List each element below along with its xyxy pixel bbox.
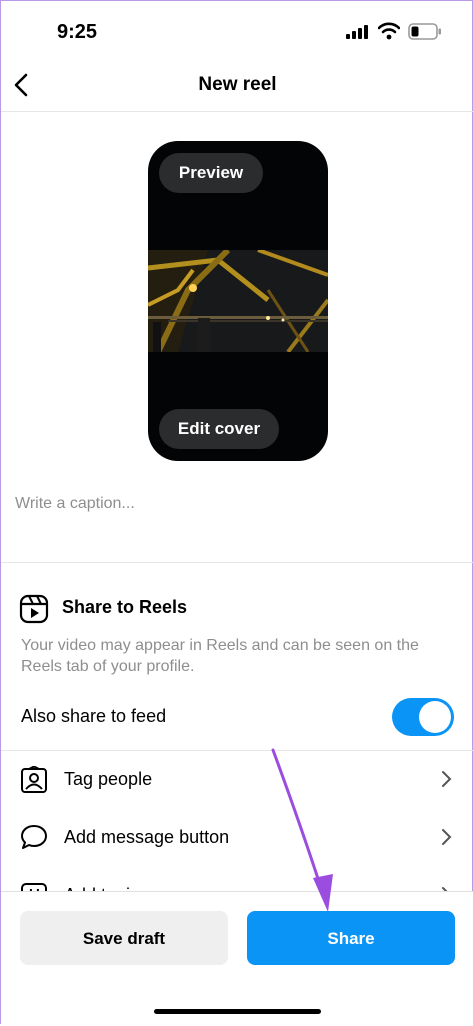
share-button[interactable]: Share: [247, 911, 455, 965]
add-message-button-row[interactable]: Add message button: [1, 811, 473, 863]
cellular-signal-icon: [346, 25, 368, 39]
annotation-arrow-icon: [271, 748, 333, 912]
preview-button[interactable]: Preview: [159, 153, 263, 193]
header-divider: [1, 111, 473, 112]
status-time: 9:25: [57, 21, 98, 43]
also-share-to-feed-toggle[interactable]: [392, 698, 454, 736]
tag-people-icon: [21, 766, 47, 793]
reel-preview-card[interactable]: Preview Edit cover: [148, 141, 328, 461]
edit-cover-button[interactable]: Edit cover: [159, 409, 279, 449]
page-title: New reel: [198, 74, 277, 95]
bottom-action-bar: Save draft Share: [1, 891, 473, 1026]
share-to-reels-title: Share to Reels: [62, 597, 188, 617]
video-thumbnail: [148, 250, 328, 352]
chevron-right-icon: [442, 771, 452, 787]
tag-people-label: Tag people: [64, 769, 153, 789]
caption-input[interactable]: [15, 495, 455, 513]
chevron-right-icon: [442, 829, 452, 845]
tag-people-row[interactable]: Tag people: [1, 753, 473, 805]
save-draft-button[interactable]: Save draft: [20, 911, 228, 965]
reels-icon: [19, 594, 49, 624]
battery-icon: [408, 23, 441, 40]
caption-divider: [1, 562, 473, 563]
add-message-button-label: Add message button: [64, 827, 230, 847]
home-indicator: [154, 1009, 321, 1014]
toggle-knob: [419, 701, 451, 733]
reels-divider: [1, 750, 473, 751]
wifi-icon: [378, 22, 400, 40]
message-bubble-icon: [21, 825, 47, 849]
share-to-reels-description: Your video may appear in Reels and can b…: [21, 637, 419, 675]
also-share-to-feed-label: Also share to feed: [21, 706, 167, 726]
